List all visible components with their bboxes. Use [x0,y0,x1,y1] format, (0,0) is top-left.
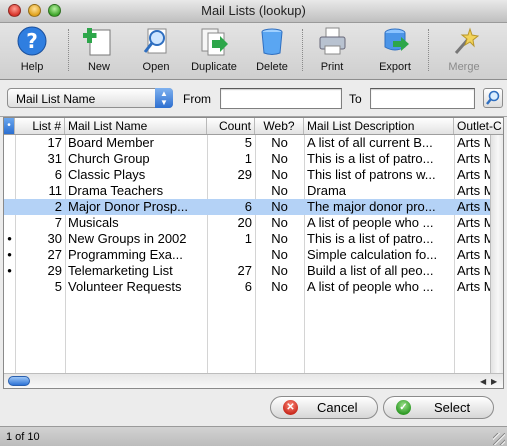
table-row[interactable]: 31 Church Group 1 No This is a list of p… [4,151,503,167]
from-field[interactable] [220,88,342,109]
scroll-left-arrow-icon[interactable]: ◀ [480,377,486,386]
toolbar-separator [68,29,69,71]
search-row: Mail List Name ▲ ▼ From To [0,80,507,117]
table-row[interactable]: • 27 Programming Exa... No Simple calcul… [4,247,503,263]
select-button[interactable]: ✓ Select [383,396,494,419]
magic-wand-icon [448,25,480,57]
mail-list-table: • List # Mail List Name Count Web? Mail … [3,117,504,389]
table-row-selected[interactable]: 2 Major Donor Prosp... 6 No The major do… [4,199,503,215]
cancel-icon: ✕ [283,400,298,415]
merge-button[interactable]: Merge [444,25,484,73]
to-field[interactable] [370,88,475,109]
horizontal-scroll-thumb[interactable] [8,376,30,386]
export-button[interactable]: Export [374,25,416,73]
table-row[interactable]: 11 Drama Teachers No Drama Arts M [4,183,503,199]
column-header-outlet[interactable]: Outlet-C [454,118,503,134]
table-row[interactable]: 5 Volunteer Requests 6 No A list of peop… [4,279,503,295]
mail-lists-window: Mail Lists (lookup) ? Help New Open Dupl… [0,0,507,446]
title-bar[interactable]: Mail Lists (lookup) [0,0,507,23]
column-header-description[interactable]: Mail List Description [304,118,454,134]
up-down-arrows-icon: ▲ ▼ [155,88,173,108]
cancel-button[interactable]: ✕ Cancel [270,396,378,419]
printer-icon [316,25,348,57]
resize-grip-icon[interactable] [493,433,505,445]
find-button[interactable] [483,88,503,108]
table-body: 17 Board Member 5 No A list of all curre… [4,135,503,373]
table-row[interactable]: • 29 Telemarketing List 27 No Build a li… [4,263,503,279]
table-row[interactable]: 17 Board Member 5 No A list of all curre… [4,135,503,151]
checkmark-icon: ✓ [396,400,411,415]
record-count: 1 of 10 [6,431,40,443]
open-button[interactable]: Open [138,25,174,73]
table-row[interactable]: • 30 New Groups in 2002 1 No This is a l… [4,231,503,247]
column-header-list-number[interactable]: List # [15,118,65,134]
table-header: • List # Mail List Name Count Web? Mail … [4,118,503,135]
print-button[interactable]: Print [314,25,350,73]
search-icon [486,90,500,105]
database-export-icon [379,25,411,57]
from-label: From [183,92,211,106]
trash-icon [256,25,288,57]
toolbar-separator [302,29,303,71]
column-header-web[interactable]: Web? [255,118,304,134]
horizontal-scrollbar[interactable]: ◀ ▶ [4,373,503,388]
table-row[interactable]: 7 Musicals 20 No A list of people who ..… [4,215,503,231]
svg-text:?: ? [26,29,38,53]
to-label: To [349,92,362,106]
duplicate-icon [198,25,230,57]
window-title: Mail Lists (lookup) [201,3,306,18]
new-button[interactable]: New [82,25,116,73]
column-header-count[interactable]: Count [207,118,255,134]
status-bar: 1 of 10 [0,426,507,446]
magnifier-icon [140,25,172,57]
field-selector-popup[interactable]: Mail List Name ▲ ▼ [7,88,173,108]
new-document-icon [82,25,115,57]
scroll-right-arrow-icon[interactable]: ▶ [491,377,497,386]
column-header-mail-list-name[interactable]: Mail List Name [65,118,207,134]
duplicate-button[interactable]: Duplicate [186,25,242,73]
vertical-scrollbar[interactable] [490,135,503,373]
delete-button[interactable]: Delete [252,25,292,73]
help-button[interactable]: ? Help [14,25,50,73]
toolbar: ? Help New Open Duplicate Delete Print E… [0,23,507,80]
toolbar-separator [428,29,429,71]
table-row[interactable]: 6 Classic Plays 29 No This list of patro… [4,167,503,183]
column-header-mark[interactable]: • [4,118,15,134]
help-icon: ? [16,25,48,57]
